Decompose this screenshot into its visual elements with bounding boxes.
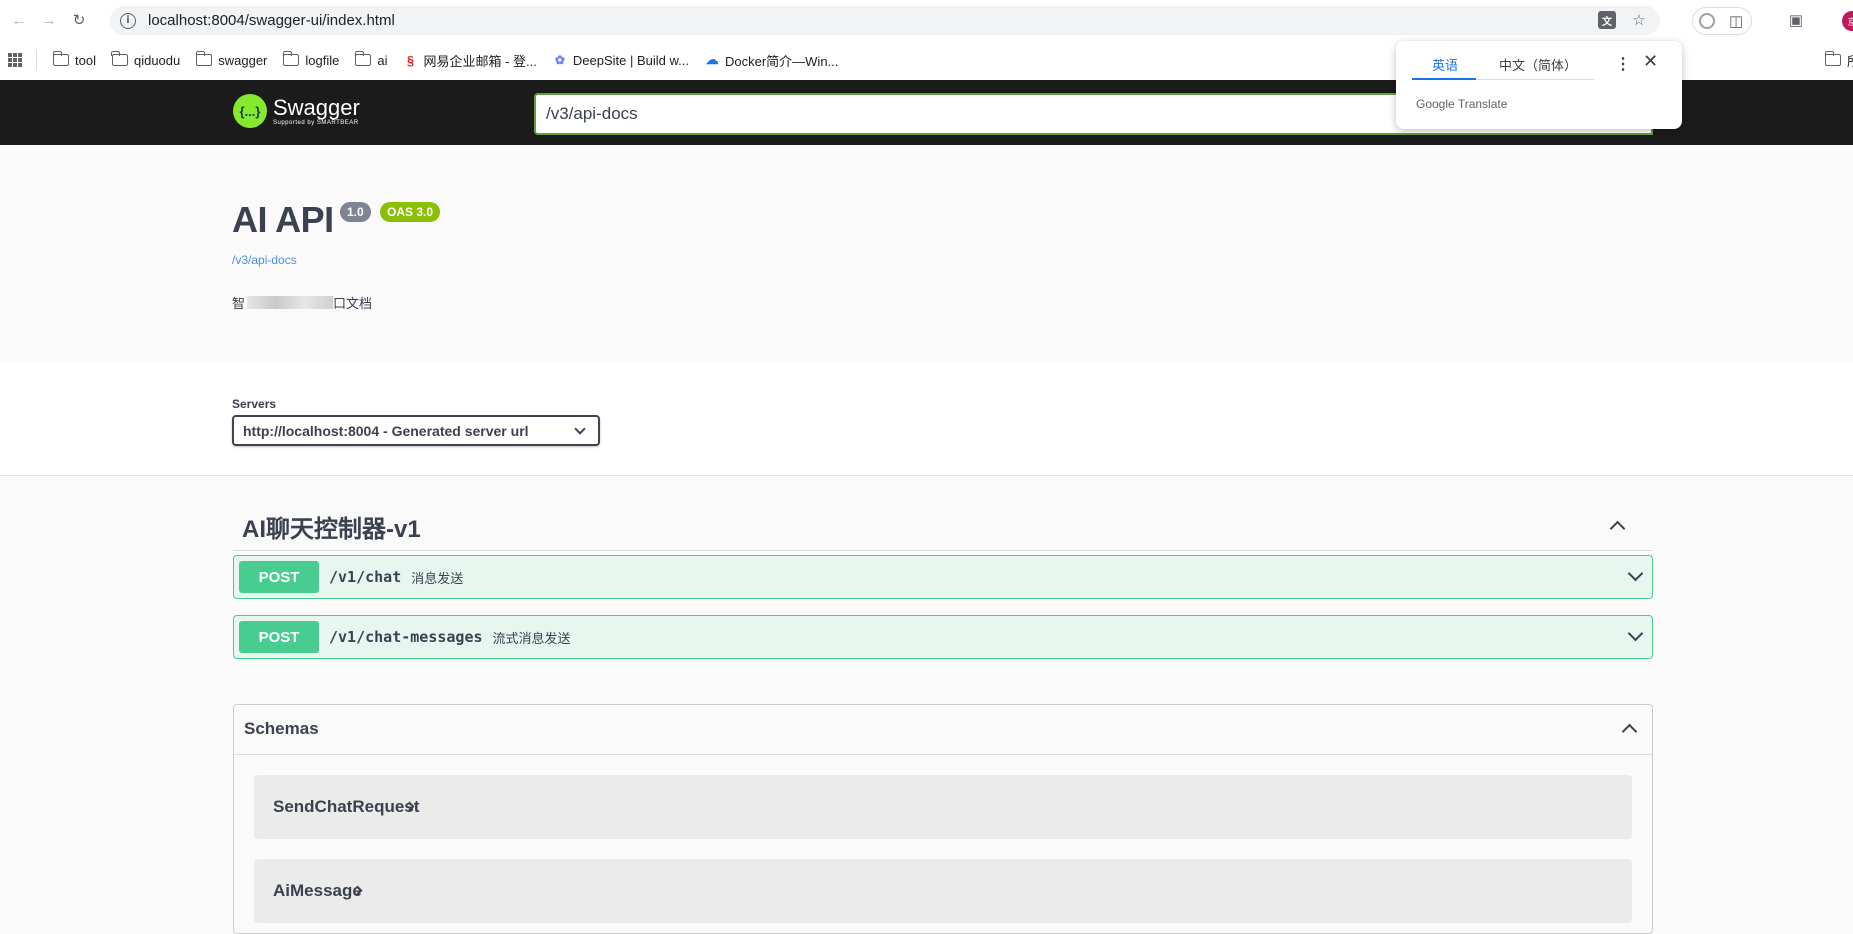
chevron-up-icon[interactable] <box>1621 723 1638 740</box>
operation-summary: 流式消息发送 <box>492 630 571 646</box>
bookmark-label: swagger <box>218 52 268 68</box>
folder-icon <box>195 51 213 66</box>
folder-icon <box>282 51 300 66</box>
close-icon[interactable]: ✕ <box>1643 51 1658 72</box>
servers-section: Servers http://localhost:8004 - Generate… <box>0 362 1853 476</box>
chevron-up-icon[interactable] <box>1609 520 1626 537</box>
bookmark-docker[interactable]: ☁ Docker简介—Win... <box>705 51 838 70</box>
oas-badge: OAS 3.0 <box>380 202 441 222</box>
bookmark-tool[interactable]: tool <box>52 51 96 68</box>
bookmark-label: ai <box>377 52 388 68</box>
bookmark-label: Docker简介—Win... <box>724 53 839 69</box>
tab-source-language[interactable]: 英语 <box>1432 55 1458 74</box>
bookmark-logfile[interactable]: logfile <box>282 51 340 68</box>
back-icon[interactable]: ← <box>8 9 30 31</box>
method-badge: POST <box>239 561 319 593</box>
servers-select[interactable]: http://localhost:8004 - Generated server… <box>232 415 600 446</box>
bookmark-label: DeepSite | Build w... <box>572 52 689 68</box>
browser-toolbar: ← → ↻ i localhost:8004/swagger-ui/index.… <box>0 0 1853 40</box>
tag-name: AI聊天控制器-v1 <box>242 516 421 543</box>
bookmark-label: 网易企业邮箱 - 登... <box>423 53 537 69</box>
model-name: AiMessage <box>273 881 362 900</box>
record-icon[interactable] <box>1699 13 1715 29</box>
address-url[interactable]: localhost:8004/swagger-ui/index.html <box>148 12 395 29</box>
bookmark-label: tool <box>75 52 96 68</box>
schemas-title: Schemas <box>244 719 319 738</box>
extensions-icon[interactable]: ◫ <box>1729 12 1743 30</box>
folder-icon <box>52 51 69 66</box>
active-tab-indicator <box>1412 78 1476 80</box>
extension-pill[interactable]: ◫ <box>1692 7 1752 35</box>
forward-icon[interactable]: → <box>38 9 60 31</box>
model-ai-message[interactable]: AiMessage <box>254 859 1632 923</box>
bookmark-swagger[interactable]: swagger <box>195 51 268 68</box>
spec-link[interactable]: /v3/api-docs <box>232 253 297 267</box>
folder-icon <box>111 51 128 66</box>
chevron-down-icon <box>574 423 586 435</box>
all-bookmarks[interactable]: 所 <box>1824 51 1853 70</box>
operation-path: /v1/chat <box>329 568 402 586</box>
tab-target-language[interactable]: 中文（简体） <box>1499 55 1577 74</box>
model-send-chat-request[interactable]: SendChatRequest <box>254 775 1632 839</box>
brand-translate: Translate <box>1457 97 1508 111</box>
method-badge: POST <box>239 621 319 653</box>
deepsite-icon: ✿ <box>554 53 565 67</box>
cloud-icon: ☁ <box>705 52 719 67</box>
api-title: AI API <box>232 199 334 240</box>
servers-selected: http://localhost:8004 - Generated server… <box>243 422 529 439</box>
model-name: SendChatRequest <box>273 797 420 816</box>
address-bar[interactable]: i localhost:8004/swagger-ui/index.html 文… <box>110 6 1660 35</box>
bookmark-label: qiduodu <box>133 52 181 68</box>
site-info-icon[interactable]: i <box>120 12 136 29</box>
info-section: AI API 1.0 OAS 3.0 /v3/api-docs 智 口文档 <box>0 145 1853 362</box>
operation-path: /v1/chat-messages <box>329 628 483 646</box>
tab-search-icon[interactable]: ▣ <box>1786 7 1806 33</box>
operation-post-chat[interactable]: POST /v1/chat 消息发送 <box>233 555 1653 599</box>
reload-icon[interactable]: ↻ <box>68 9 90 31</box>
swagger-logo-name: Swagger <box>273 94 360 120</box>
bookmarks-divider <box>36 50 37 70</box>
netease-icon: § <box>406 52 415 68</box>
google-translate-brand: Google Translate <box>1416 97 1507 111</box>
swagger-logo-icon: {...} <box>233 94 267 128</box>
servers-label: Servers <box>232 397 277 411</box>
description-start: 智 <box>232 296 246 311</box>
translate-icon[interactable]: 文 <box>1598 11 1616 29</box>
schemas-section: Schemas SendChatRequest AiMessage <box>233 704 1653 934</box>
bookmark-netease-mail[interactable]: § 网易企业邮箱 - 登... <box>403 51 537 70</box>
bookmark-label: 所 <box>1847 51 1853 70</box>
version-badge: 1.0 <box>340 202 371 222</box>
swagger-logo-sub: Supported by SMARTBEAR <box>273 119 359 126</box>
tag-header[interactable]: AI聊天控制器-v1 <box>233 500 1653 551</box>
translate-popup: 英语 中文（简体） ⋮ ✕ Google Translate <box>1396 41 1682 129</box>
brand-google: Google <box>1416 97 1455 111</box>
operation-summary: 消息发送 <box>411 570 464 586</box>
folder-icon <box>354 51 372 66</box>
swagger-logo[interactable]: {...} Swagger Supported by SMARTBEAR <box>233 94 360 128</box>
api-description: 智 口文档 <box>232 293 372 312</box>
profile-avatar[interactable]: 京 <box>1842 11 1853 31</box>
chevron-down-icon[interactable] <box>1627 565 1644 582</box>
bookmark-deepsite[interactable]: ✿ DeepSite | Build w... <box>553 53 689 68</box>
chevron-down-icon[interactable] <box>1627 625 1644 642</box>
bookmark-ai[interactable]: ai <box>354 51 388 68</box>
bookmark-label: logfile <box>305 52 340 68</box>
redacted-text <box>247 296 334 309</box>
more-options-icon[interactable]: ⋮ <box>1615 54 1631 74</box>
operation-post-chat-messages[interactable]: POST /v1/chat-messages 流式消息发送 <box>233 615 1653 659</box>
bookmark-qiduodu[interactable]: qiduodu <box>111 51 181 68</box>
apps-grid-icon[interactable] <box>8 53 22 67</box>
folder-icon <box>1824 51 1841 66</box>
bookmark-star-icon[interactable]: ☆ <box>1630 11 1648 29</box>
description-end: 口文档 <box>333 296 373 311</box>
schemas-header[interactable]: Schemas <box>234 705 1652 755</box>
